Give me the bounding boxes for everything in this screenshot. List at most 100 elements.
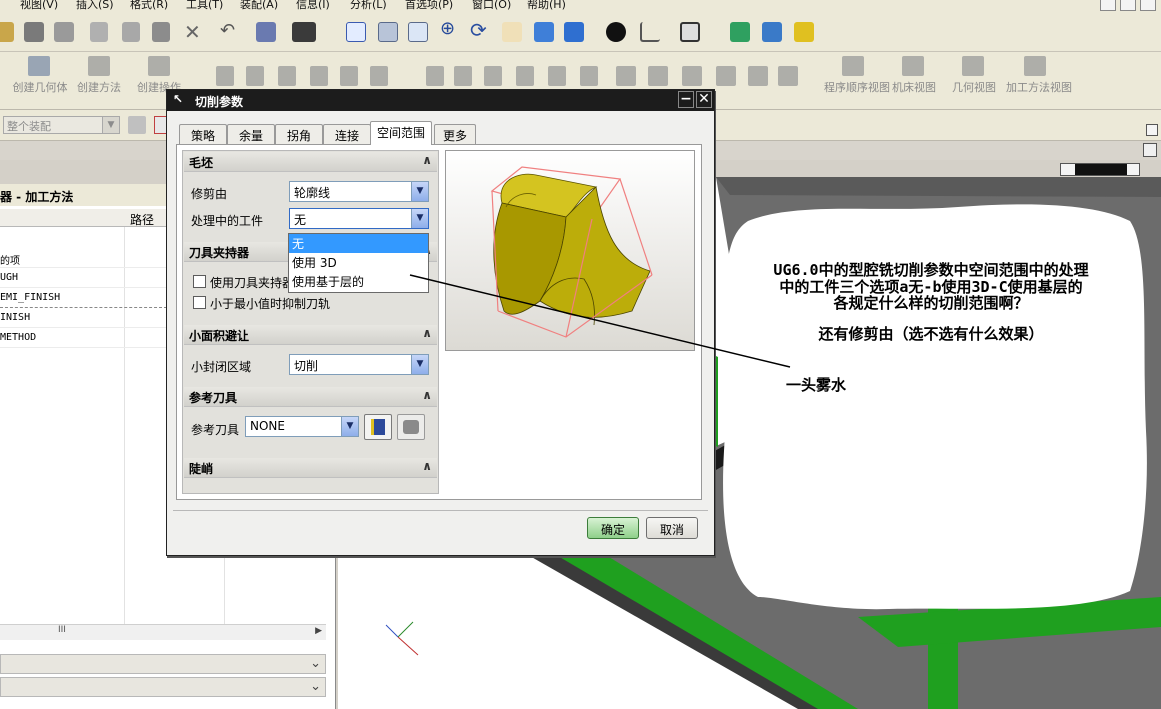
restore-button[interactable]: [1120, 0, 1136, 11]
dialog-minimize-icon[interactable]: −: [678, 91, 694, 108]
op-tool-icon-16[interactable]: [716, 66, 736, 86]
undo-icon[interactable]: ↶: [220, 20, 240, 41]
trim-by-select[interactable]: 轮廓线 ▼: [289, 181, 429, 202]
render-style-icon[interactable]: [534, 22, 554, 42]
triad-icon[interactable]: [730, 22, 750, 42]
menu-window[interactable]: 窗口(O): [472, 0, 511, 12]
ipw-option-none[interactable]: 无: [289, 234, 428, 253]
geometry-view-button[interactable]: 几何视图: [946, 82, 1002, 94]
op-tool-icon-1[interactable]: [216, 66, 234, 86]
edge-display-icon[interactable]: [606, 22, 626, 42]
cancel-button[interactable]: 取消: [646, 517, 698, 539]
op-tool-icon-14[interactable]: [648, 66, 668, 86]
ipw-select[interactable]: 无 ▼: [289, 208, 429, 229]
menu-assembly[interactable]: 装配(A): [240, 0, 278, 12]
toolbar-close-icon[interactable]: [1146, 124, 1158, 136]
menu-insert[interactable]: 插入(S): [76, 0, 114, 12]
chevron-up-icon[interactable]: ∧: [422, 388, 432, 402]
copy-icon[interactable]: [122, 22, 140, 42]
tab-more[interactable]: 更多: [434, 124, 476, 144]
scroll-right-icon[interactable]: ▶: [315, 626, 322, 636]
open-icon[interactable]: [0, 22, 14, 42]
op-tool-icon-5[interactable]: [340, 66, 358, 86]
program-order-view-button[interactable]: 程序顺序视图: [824, 82, 890, 94]
chevron-down-icon[interactable]: ▼: [102, 117, 119, 133]
tab-stock[interactable]: 余量: [227, 124, 275, 144]
create-method-button[interactable]: 创建方法: [72, 82, 126, 94]
info-icon[interactable]: [256, 22, 276, 42]
section-ref-tool[interactable]: 参考刀具 ∧: [184, 387, 437, 407]
use-tool-holder-checkbox[interactable]: [193, 275, 206, 288]
zoom-in-icon[interactable]: ⊕: [440, 18, 460, 39]
background-icon[interactable]: [680, 22, 700, 42]
op-tool-icon-9[interactable]: [484, 66, 502, 86]
chevron-up-icon[interactable]: ∧: [422, 459, 432, 473]
dialog-close-icon[interactable]: ✕: [696, 91, 712, 108]
move-icon[interactable]: [762, 22, 782, 42]
pan-icon[interactable]: [502, 22, 522, 42]
dialog-pin-icon[interactable]: ↖: [173, 92, 183, 106]
display-icon[interactable]: [292, 22, 316, 42]
op-tool-icon-13[interactable]: [616, 66, 636, 86]
scroll-thumb[interactable]: [1075, 164, 1127, 175]
op-tool-icon-11[interactable]: [548, 66, 566, 86]
chevron-up-icon[interactable]: ∧: [422, 153, 432, 167]
ok-button[interactable]: 确定: [587, 517, 639, 539]
menu-format[interactable]: 格式(R): [130, 0, 168, 12]
op-tool-icon-10[interactable]: [516, 66, 534, 86]
print-icon[interactable]: [54, 22, 74, 42]
zoom-icon[interactable]: [408, 22, 428, 42]
method-view-button[interactable]: 加工方法视图: [1006, 82, 1072, 94]
select-tool-button[interactable]: [364, 414, 392, 440]
chevron-down-icon[interactable]: ⌄: [310, 679, 321, 694]
navigator-horizontal-scrollbar[interactable]: III ▶: [0, 624, 326, 640]
fit-icon[interactable]: [346, 22, 366, 42]
minimize-button[interactable]: [1100, 0, 1116, 11]
graphics-hscroll[interactable]: [1060, 163, 1140, 176]
shaded-icon[interactable]: [564, 22, 584, 42]
navigator-collapsed-panel-1[interactable]: ⌄: [0, 654, 326, 674]
wcs-icon[interactable]: [640, 22, 660, 42]
op-tool-icon-6[interactable]: [370, 66, 388, 86]
cut-icon[interactable]: [90, 22, 108, 42]
delete-icon[interactable]: ✕: [184, 20, 204, 44]
op-tool-icon-3[interactable]: [278, 66, 296, 86]
op-tool-icon-2[interactable]: [246, 66, 264, 86]
edit-tool-button[interactable]: [397, 414, 425, 440]
select-icon[interactable]: [794, 22, 814, 42]
suppress-min-checkbox[interactable]: [193, 296, 206, 309]
zoom-window-icon[interactable]: [378, 22, 398, 42]
tab-containment[interactable]: 空间范围: [370, 121, 432, 145]
tab-connections[interactable]: 连接: [323, 124, 371, 144]
tab-corners[interactable]: 拐角: [275, 124, 323, 144]
machine-view-button[interactable]: 机床视图: [886, 82, 942, 94]
chevron-down-icon[interactable]: ▼: [411, 209, 428, 228]
restore-pane-icon[interactable]: [1143, 143, 1157, 157]
ref-tool-select[interactable]: NONE ▼: [245, 416, 359, 437]
rotate-icon[interactable]: ⟳: [470, 18, 490, 42]
assembly-filter-select[interactable]: 整个装配 ▼: [3, 116, 120, 134]
op-tool-icon-7[interactable]: [426, 66, 444, 86]
chevron-down-icon[interactable]: ▼: [341, 417, 358, 436]
section-steep[interactable]: 陡峭 ∧: [184, 458, 437, 478]
chevron-down-icon[interactable]: ⌄: [310, 656, 321, 671]
filter-icon[interactable]: [128, 116, 146, 134]
paste-icon[interactable]: [152, 22, 170, 42]
navigator-collapsed-panel-2[interactable]: ⌄: [0, 677, 326, 697]
op-tool-icon-4[interactable]: [310, 66, 328, 86]
create-geometry-button[interactable]: 创建几何体: [10, 82, 70, 94]
menu-help[interactable]: 帮助(H): [527, 0, 566, 12]
menu-tools[interactable]: 工具(T): [186, 0, 223, 12]
section-blank[interactable]: 毛坯 ∧: [184, 152, 437, 172]
op-tool-icon-18[interactable]: [778, 66, 798, 86]
op-tool-icon-8[interactable]: [454, 66, 472, 86]
chevron-down-icon[interactable]: ▼: [411, 182, 428, 201]
op-tool-icon-15[interactable]: [682, 66, 702, 86]
column-path[interactable]: 路径: [130, 211, 154, 228]
menu-info[interactable]: 信息(I): [296, 0, 330, 12]
dialog-title-bar[interactable]: ↖ 切削参数 − ✕: [167, 90, 714, 111]
menu-view[interactable]: 视图(V): [20, 0, 58, 12]
save-icon[interactable]: [24, 22, 44, 42]
menu-preferences[interactable]: 首选项(P): [405, 0, 453, 12]
tab-strategy[interactable]: 策略: [179, 124, 227, 144]
